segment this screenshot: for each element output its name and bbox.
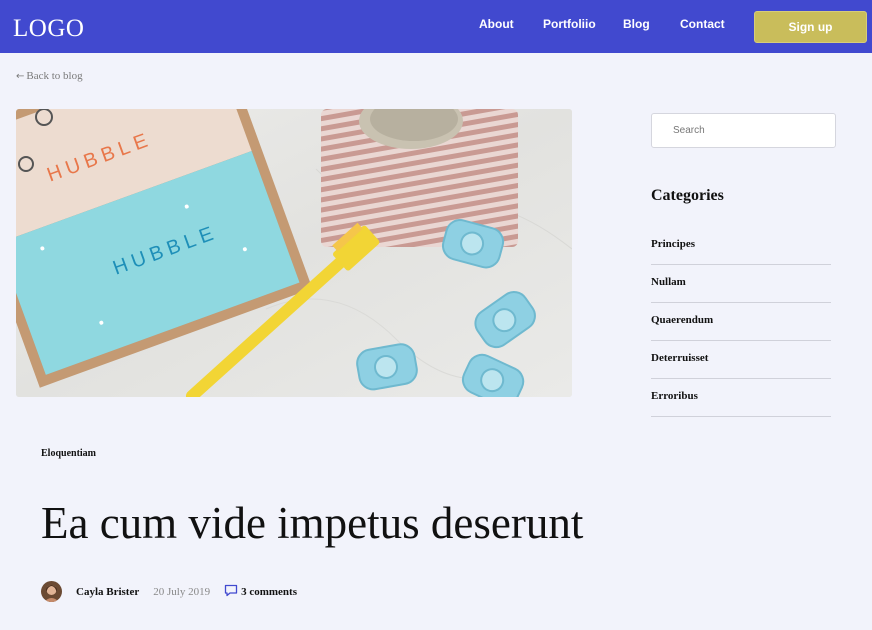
category-item-nullam[interactable]: Nullam: [651, 265, 831, 303]
top-navbar: LOGO About Portfoliio Blog Contact Sign …: [0, 0, 872, 53]
comments-count: 3 comments: [241, 585, 297, 598]
categories-heading: Categories: [651, 187, 724, 204]
post-meta: Cayla Brister 20 July 2019 3 comments: [41, 581, 297, 602]
category-item-quaerendum[interactable]: Quaerendum: [651, 303, 831, 341]
author-avatar: [41, 581, 62, 602]
category-item-principes[interactable]: Principes: [651, 227, 831, 265]
signup-button[interactable]: Sign up: [754, 11, 867, 43]
logo[interactable]: LOGO: [13, 15, 84, 43]
nav-portfolio[interactable]: Portfoliio: [543, 17, 596, 31]
nav-contact[interactable]: Contact: [680, 17, 725, 31]
category-item-erroribus[interactable]: Erroribus: [651, 379, 831, 417]
hero-image: HUBBLE HUBBLE: [16, 109, 572, 397]
comment-icon: [224, 584, 238, 600]
back-to-blog-link[interactable]: ← Back to blog: [16, 70, 83, 82]
arrow-left-icon: ←: [16, 70, 25, 82]
post-title: Ea cum vide impetus deserunt: [41, 498, 584, 548]
author-name[interactable]: Cayla Brister: [76, 586, 139, 598]
comments-link[interactable]: 3 comments: [224, 584, 297, 600]
categories-list: Principes Nullam Quaerendum Deterruisset…: [651, 227, 831, 417]
post-date: 20 July 2019: [153, 585, 211, 598]
category-item-deterruisset[interactable]: Deterruisset: [651, 341, 831, 379]
nav-blog[interactable]: Blog: [623, 17, 650, 31]
search-input[interactable]: [651, 113, 836, 148]
post-category-tag[interactable]: Eloquentiam: [41, 448, 96, 459]
back-to-blog-label: Back to blog: [26, 70, 83, 82]
nav-about[interactable]: About: [479, 17, 514, 31]
